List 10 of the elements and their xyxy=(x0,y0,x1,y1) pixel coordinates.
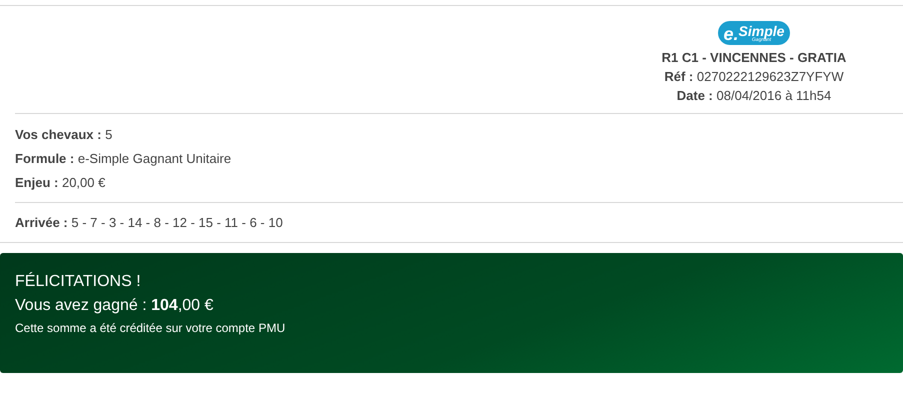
winnings: Vous avez gagné : 104,00 € xyxy=(15,296,214,316)
race-title: R1 C1 - VINCENNES - GRATIA xyxy=(662,49,846,67)
bet-detail: Vos chevaux : 5 xyxy=(15,126,114,144)
result-title: FÉLICITATIONS ! xyxy=(15,272,142,292)
arrival-order: Arrivée : 5 - 7 - 3 - 14 - 8 - 12 - 15 - 11 - 6 - 10 xyxy=(15,214,284,232)
bet-detail: Enjeu : 20,00 € xyxy=(15,174,106,192)
bet-date: Date : 08/04/2016 à 11h54 xyxy=(676,87,832,105)
reference: Réf : 0270222129623Z7YFYW xyxy=(664,68,844,86)
credit-note: Cette somme a été créditée sur votre compte PMU xyxy=(15,320,286,337)
bet-detail: Formule : e-Simple Gagnant Unitaire xyxy=(15,150,232,168)
